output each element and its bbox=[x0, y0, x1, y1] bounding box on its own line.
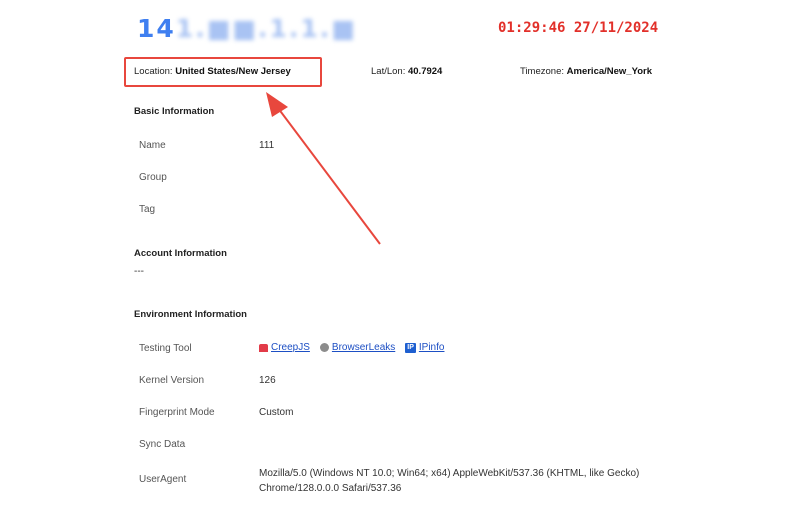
basic-info-title: Basic Information bbox=[134, 106, 215, 117]
testing-tool-links: CreepJS BrowserLeaks IP IPinfo bbox=[259, 342, 454, 353]
testing-tool-label: Testing Tool bbox=[139, 343, 192, 354]
fingerprint-mode-label: Fingerprint Mode bbox=[139, 407, 215, 418]
creepjs-link[interactable]: CreepJS bbox=[271, 342, 310, 353]
account-info-title: Account Information bbox=[134, 248, 227, 259]
useragent-value: Mozilla/5.0 (Windows NT 10.0; Win64; x64… bbox=[259, 466, 729, 496]
useragent-line-1: Mozilla/5.0 (Windows NT 10.0; Win64; x64… bbox=[259, 468, 640, 479]
creepjs-icon bbox=[259, 343, 268, 352]
arrow-shaft bbox=[277, 107, 381, 245]
ipinfo-icon: IP bbox=[405, 342, 416, 353]
fingerprint-mode-value: Custom bbox=[259, 407, 294, 418]
browserleaks-icon bbox=[319, 343, 329, 352]
annotation-arrow bbox=[266, 92, 381, 245]
ipinfo-link[interactable]: IPinfo bbox=[419, 342, 445, 353]
browserleaks-link[interactable]: BrowserLeaks bbox=[332, 342, 395, 353]
useragent-label: UserAgent bbox=[139, 474, 187, 485]
name-value: 111 bbox=[259, 140, 275, 151]
tag-label: Tag bbox=[139, 204, 156, 215]
sync-data-label: Sync Data bbox=[139, 439, 186, 450]
kernel-version-label: Kernel Version bbox=[139, 375, 205, 386]
browserleaks-tool[interactable]: BrowserLeaks bbox=[319, 342, 395, 353]
group-label: Group bbox=[139, 172, 167, 183]
name-label: Name bbox=[139, 140, 166, 151]
arrow-head bbox=[266, 92, 288, 117]
ipinfo-tool[interactable]: IP IPinfo bbox=[405, 342, 444, 353]
environment-info-title: Environment Information bbox=[134, 309, 247, 320]
useragent-line-2: Chrome/128.0.0.0 Safari/537.36 bbox=[259, 483, 402, 494]
creepjs-tool[interactable]: CreepJS bbox=[259, 342, 310, 353]
account-info-value: --- bbox=[134, 266, 144, 277]
kernel-version-value: 126 bbox=[259, 375, 276, 386]
